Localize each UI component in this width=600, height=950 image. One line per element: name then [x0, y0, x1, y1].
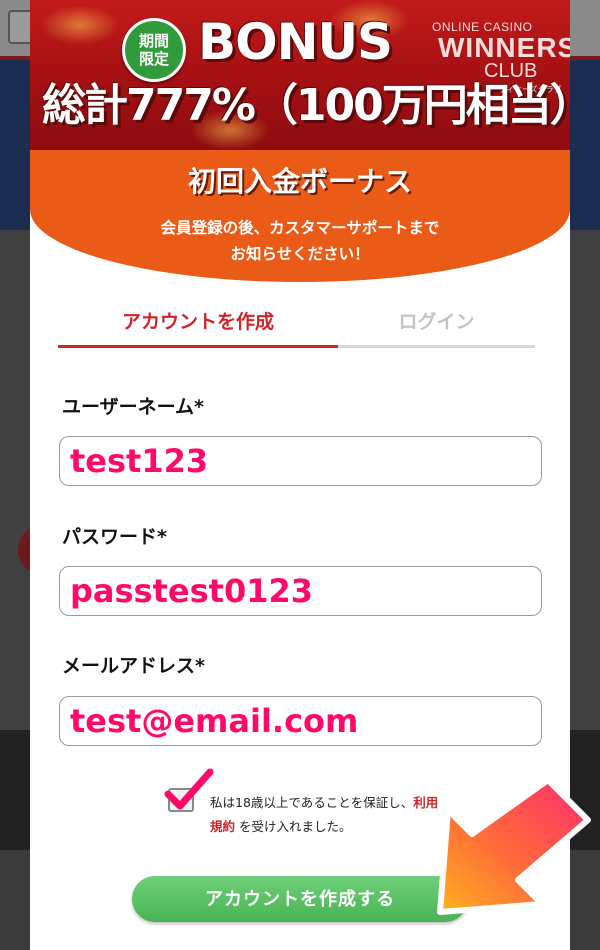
- create-account-button[interactable]: アカウントを作成する: [132, 876, 468, 922]
- deposit-note: 会員登録の後、カスタマーサポートまで お知らせください！: [90, 215, 510, 267]
- bonus-title: BONUS: [198, 13, 393, 71]
- username-input[interactable]: [59, 436, 542, 486]
- deposit-title: 初回入金ボーナス: [187, 165, 412, 198]
- password-label: パスワード*: [62, 526, 167, 548]
- banner-glow: [40, 5, 120, 45]
- tab-create-account[interactable]: アカウントを作成: [58, 300, 338, 348]
- limited-time-badge: 期間 限定: [122, 18, 186, 82]
- checkmark-icon: [164, 768, 214, 810]
- badge-line1: 期間: [138, 32, 169, 50]
- deposit-note-line2: お知らせください！: [230, 245, 370, 263]
- username-label: ユーザーネーム*: [62, 396, 204, 418]
- casino-logo: ONLINE CASINO WINNERS CLUB ウィナーズクラブ: [432, 20, 570, 94]
- pointer-arrow-icon: [437, 777, 591, 915]
- badge-line2: 限定: [138, 50, 169, 68]
- logo-line4: ウィナーズクラブ: [498, 85, 562, 94]
- deposit-note-line1: 会員登録の後、カスタマーサポートまで: [160, 219, 440, 237]
- first-deposit-bonus: 初回入金ボーナス 会員登録の後、カスタマーサポートまで お知らせください！: [30, 150, 570, 282]
- bonus-banner: 期間 限定 BONUS 総計777%（100万円相当） ONLINE CASIN…: [30, 0, 570, 150]
- auth-tabs: アカウントを作成 ログイン: [58, 300, 535, 348]
- tab-login[interactable]: ログイン: [338, 300, 535, 348]
- logo-line3: CLUB: [484, 60, 538, 82]
- terms-text: 私は18歳以上であることを保証し、利用規約 を受け入れました。: [210, 791, 450, 839]
- terms-text-after: を受け入れました。: [235, 819, 352, 834]
- terms-text-before: 私は18歳以上であることを保証し、: [210, 795, 414, 810]
- password-input[interactable]: [59, 566, 542, 616]
- email-input[interactable]: [59, 696, 542, 746]
- email-label: メールアドレス*: [62, 655, 205, 677]
